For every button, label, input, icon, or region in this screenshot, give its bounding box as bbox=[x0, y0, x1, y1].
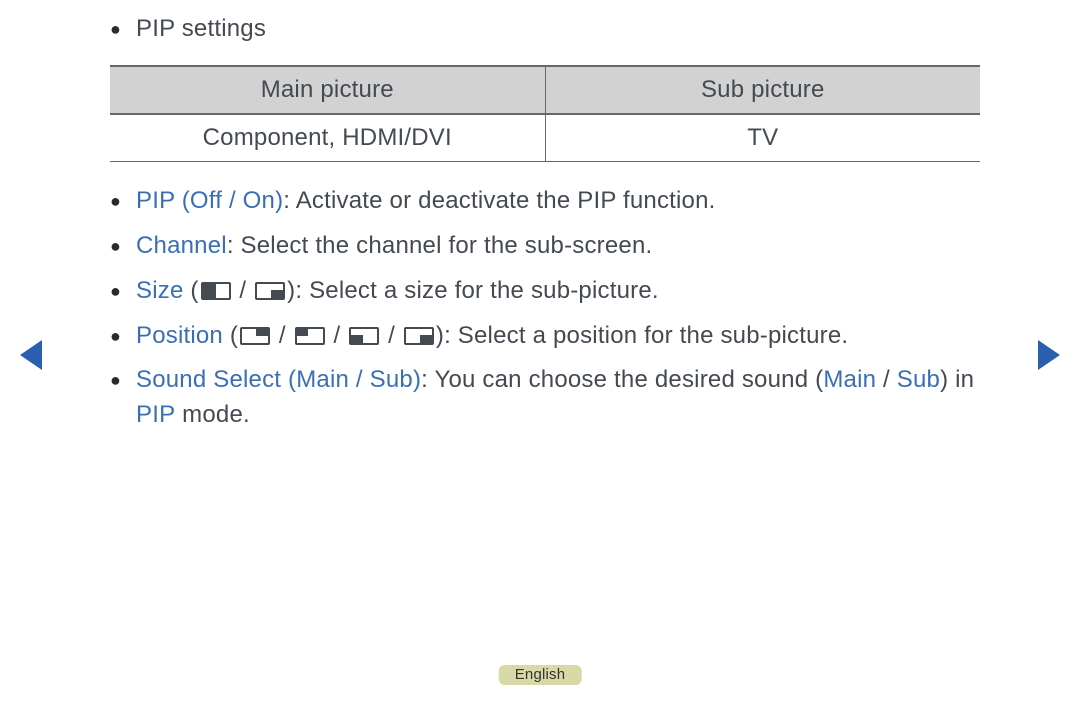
pos-tl-icon bbox=[295, 327, 325, 345]
label-channel: Channel bbox=[136, 232, 227, 259]
slash: / bbox=[272, 322, 293, 349]
section-title: PIP settings bbox=[136, 12, 980, 47]
pos-br-icon bbox=[404, 327, 434, 345]
bullet-icon: ● bbox=[110, 184, 136, 218]
bullet-icon: ● bbox=[110, 274, 136, 308]
item-text: Sound Select (Main / Sub): You can choos… bbox=[136, 363, 980, 433]
paren-open: ( bbox=[223, 322, 238, 349]
paren-open: ( bbox=[184, 277, 199, 304]
bullet-icon: ● bbox=[110, 229, 136, 263]
section-title-row: ● PIP settings bbox=[110, 12, 980, 47]
td-main: Component, HDMI/DVI bbox=[110, 114, 545, 162]
table-header-row: Main picture Sub picture bbox=[110, 66, 980, 114]
label-size: Size bbox=[136, 277, 184, 304]
language-badge: English bbox=[499, 665, 582, 685]
item-text: Size ( / ): Select a size for the sub-pi… bbox=[136, 274, 980, 309]
item-text: PIP (Off / On): Activate or deactivate t… bbox=[136, 184, 980, 219]
th-sub: Sub picture bbox=[545, 66, 980, 114]
pos-bl-icon bbox=[349, 327, 379, 345]
desc-position: ): Select a position for the sub-picture… bbox=[436, 322, 848, 349]
label-pip: PIP (Off / On) bbox=[136, 187, 283, 214]
bullet-icon: ● bbox=[110, 12, 136, 46]
sound-sub: Sub bbox=[897, 366, 940, 393]
item-text: Channel: Select the channel for the sub-… bbox=[136, 229, 980, 264]
item-channel: ● Channel: Select the channel for the su… bbox=[110, 229, 980, 264]
label-sound: Sound Select (Main / Sub) bbox=[136, 366, 421, 393]
page-content: ● PIP settings Main picture Sub picture … bbox=[110, 12, 980, 443]
desc-size: ): Select a size for the sub-picture. bbox=[287, 277, 659, 304]
bullet-icon: ● bbox=[110, 319, 136, 353]
desc-sound-post1: ) in bbox=[940, 366, 974, 393]
sound-pip: PIP bbox=[136, 401, 175, 428]
sound-main: Main bbox=[823, 366, 876, 393]
item-size: ● Size ( / ): Select a size for the sub-… bbox=[110, 274, 980, 309]
td-sub: TV bbox=[545, 114, 980, 162]
item-sound: ● Sound Select (Main / Sub): You can cho… bbox=[110, 363, 980, 433]
item-text: Position ( / / / ): Select a position fo… bbox=[136, 319, 980, 354]
sound-sep: / bbox=[876, 366, 897, 393]
pos-tr-icon bbox=[240, 327, 270, 345]
slash: / bbox=[381, 322, 402, 349]
desc-sound-pre: : You can choose the desired sound ( bbox=[421, 366, 823, 393]
item-position: ● Position ( / / / ): Select a position … bbox=[110, 319, 980, 354]
size-corner-icon bbox=[255, 282, 285, 300]
item-pip: ● PIP (Off / On): Activate or deactivate… bbox=[110, 184, 980, 219]
nav-prev-arrow[interactable] bbox=[20, 340, 42, 370]
desc-channel: : Select the channel for the sub-screen. bbox=[227, 232, 653, 259]
label-position: Position bbox=[136, 322, 223, 349]
slash: / bbox=[233, 277, 254, 304]
size-half-icon bbox=[201, 282, 231, 300]
slash: / bbox=[327, 322, 348, 349]
desc-pip: : Activate or deactivate the PIP functio… bbox=[283, 187, 715, 214]
table-row: Component, HDMI/DVI TV bbox=[110, 114, 980, 162]
th-main: Main picture bbox=[110, 66, 545, 114]
nav-next-arrow[interactable] bbox=[1038, 340, 1060, 370]
bullet-icon: ● bbox=[110, 363, 136, 397]
desc-sound-post2: mode. bbox=[175, 401, 250, 428]
pip-table: Main picture Sub picture Component, HDMI… bbox=[110, 65, 980, 163]
